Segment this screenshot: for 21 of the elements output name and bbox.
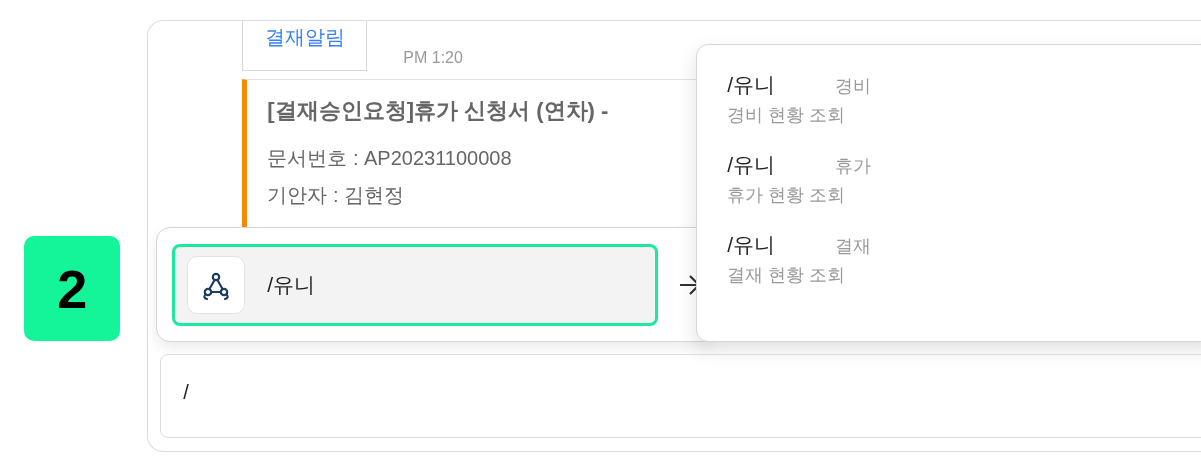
suggestion-command: /유니	[727, 72, 776, 98]
webhook-icon	[187, 255, 246, 314]
suggestion-command: /유니	[727, 232, 776, 258]
notice-link[interactable]: 결재알림	[264, 24, 345, 50]
suggestion-description: 휴가 현황 조회	[727, 184, 847, 207]
suggestion-command: /유니	[727, 152, 776, 178]
suggestion-item[interactable]: /유니 결재 결재 현황 조회	[727, 231, 1186, 287]
approval-detail: 기안자 : 김현정	[267, 183, 404, 208]
step-badge: 2	[24, 236, 121, 341]
suggestion-item[interactable]: /유니 휴가 휴가 현황 조회	[727, 151, 1186, 207]
suggestion-category: 경비	[835, 75, 872, 98]
suggestion-category: 휴가	[835, 155, 872, 178]
command-chip[interactable]: /유니	[172, 243, 659, 326]
suggestion-description: 결재 현황 조회	[727, 264, 847, 287]
approval-title: [결재승인요청]휴가 신청서 (연차) -	[267, 97, 609, 125]
approval-detail: 문서번호 : AP20231100008	[267, 146, 512, 171]
suggestion-item[interactable]: /유니 경비 경비 현황 조회	[727, 71, 1186, 127]
message-input[interactable]: /	[160, 354, 1201, 438]
message-time: PM 1:20	[403, 49, 463, 67]
suggestion-description: 경비 현황 조회	[727, 104, 847, 127]
suggestion-category: 결재	[835, 235, 872, 258]
